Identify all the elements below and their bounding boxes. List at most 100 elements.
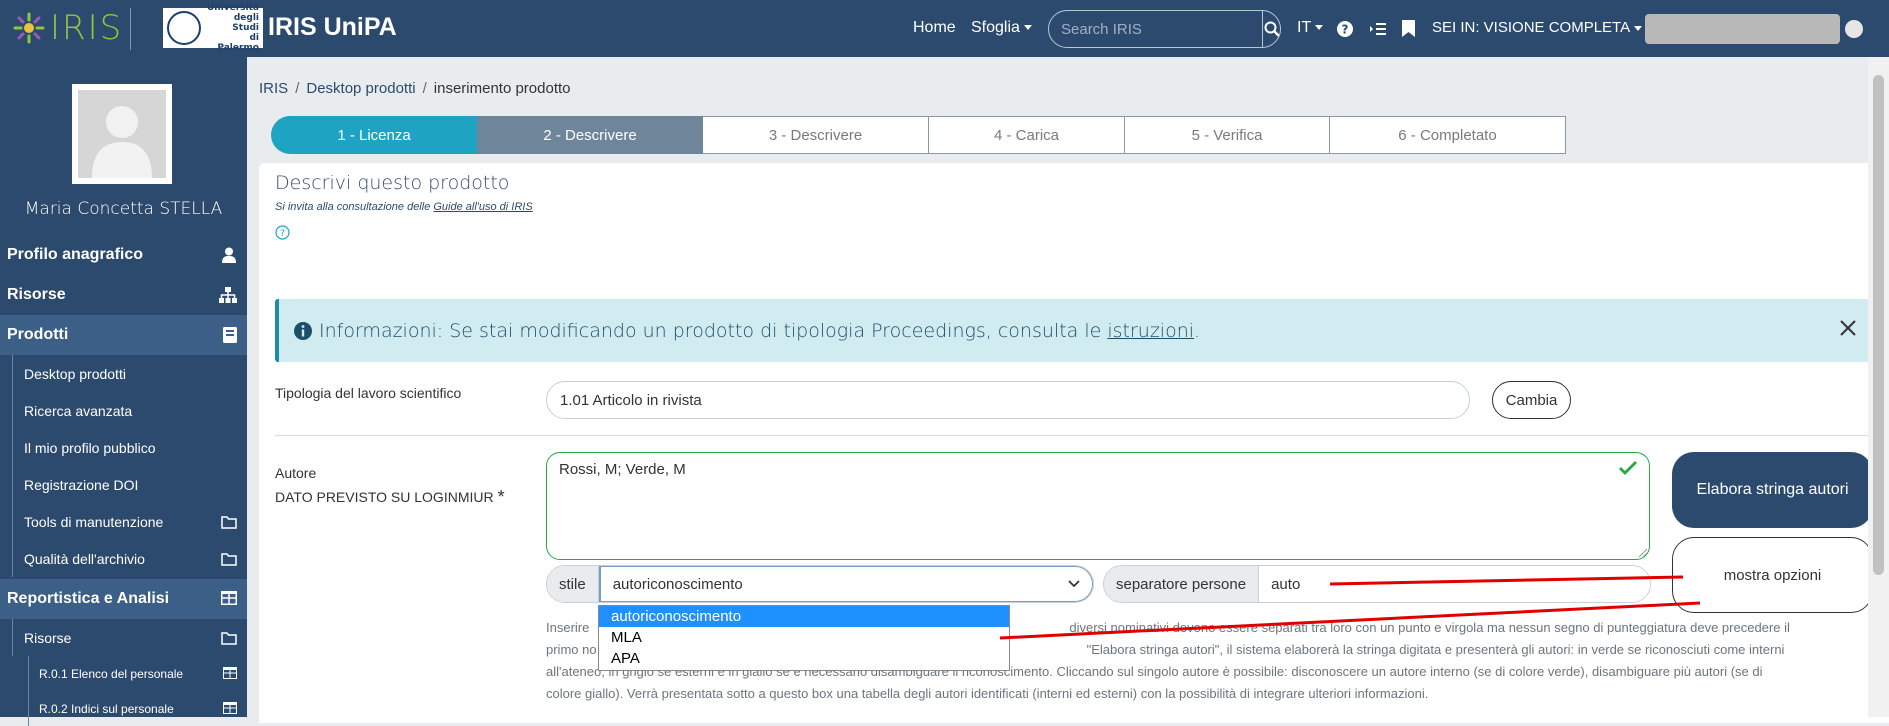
process-authors-button[interactable]: Elabora stringa autori — [1672, 452, 1873, 528]
chevron-down-icon — [1068, 580, 1080, 588]
step-completed[interactable]: 6 - Completato — [1330, 116, 1566, 154]
sidebar-item-label: Il mio profilo pubblico — [24, 439, 156, 456]
sidebar: Maria Concetta STELLA Profilo anagrafico… — [0, 57, 247, 726]
step-verify[interactable]: 5 - Verifica — [1125, 116, 1330, 154]
step-describe-1[interactable]: 2 - Descrivere — [477, 116, 703, 154]
change-typology-button[interactable]: Cambia — [1492, 381, 1571, 419]
search-button[interactable] — [1262, 11, 1280, 47]
breadcrumb-home[interactable]: IRIS — [259, 80, 288, 97]
style-select-value: autoriconoscimento — [612, 575, 743, 593]
university-logo[interactable]: Università degli Studi di Palermo — [163, 3, 263, 53]
authors-label: Autore DATO PREVISTO SU LOGINMIUR * — [275, 465, 505, 507]
breadcrumb: IRIS / Desktop prodotti / inserimento prodot… — [259, 80, 571, 97]
language-menu[interactable]: IT — [1297, 19, 1324, 37]
sidebar-item-label: Risorse — [24, 629, 72, 646]
sidebar-item-doi-registration[interactable]: Registrazione DOI — [12, 466, 247, 503]
language-label: IT — [1297, 19, 1312, 36]
search-input[interactable] — [1049, 11, 1262, 47]
info-icon — [294, 321, 312, 340]
folder-icon — [221, 553, 237, 566]
style-select[interactable]: autoriconoscimento — [598, 566, 1093, 602]
nav-home[interactable]: Home — [913, 19, 956, 37]
list-icon[interactable] — [1370, 21, 1386, 37]
sidebar-item-products[interactable]: Prodotti — [0, 315, 247, 355]
iris-flower-icon — [13, 12, 45, 44]
user-silhouette-icon — [92, 106, 152, 178]
sitemap-icon — [219, 287, 237, 303]
describe-panel: Descrivi questo prodotto Si invita alla … — [259, 163, 1889, 723]
separator-input[interactable]: auto — [1259, 566, 1650, 602]
style-dropdown-list: autoriconoscimento MLA APA — [598, 605, 1010, 671]
authors-value: Rossi, M; Verde, M — [559, 461, 686, 478]
step-describe-2[interactable]: 3 - Descrivere — [703, 116, 929, 154]
sidebar-item-maintenance-tools[interactable]: Tools di manutenzione — [12, 503, 247, 540]
help-icon[interactable]: ? — [1337, 21, 1353, 37]
scrollbar-thumb[interactable] — [1873, 75, 1884, 575]
book-icon — [223, 327, 237, 343]
resize-handle-icon[interactable] — [1637, 547, 1647, 557]
style-option-mla[interactable]: MLA — [599, 627, 1009, 648]
step-upload[interactable]: 4 - Carica — [929, 116, 1125, 154]
folder-icon — [221, 632, 237, 645]
question-circle-icon[interactable]: ? — [275, 225, 290, 240]
sidebar-item-label: Reportistica e Analisi — [7, 590, 170, 607]
sidebar-item-r02[interactable]: R.0.2 Indici sul personale — [28, 691, 247, 726]
session-view-menu[interactable]: SEI IN: VISIONE COMPLETA — [1432, 19, 1643, 36]
sidebar-item-label: R.0.2 Indici sul personale — [39, 701, 174, 716]
app-title[interactable]: IRIS UniPA — [268, 13, 397, 42]
university-seal-icon — [167, 11, 201, 45]
sidebar-item-label: Ricerca avanzata — [24, 402, 133, 419]
svg-text:?: ? — [280, 229, 285, 239]
sidebar-item-profile[interactable]: Profilo anagrafico — [0, 235, 247, 275]
sidebar-item-public-profile[interactable]: Il mio profilo pubblico — [12, 429, 247, 466]
sidebar-item-reporting-resources[interactable]: Risorse — [12, 619, 247, 656]
search-icon — [1264, 21, 1280, 37]
alert-text: Informazioni: Se stai modificando un pro… — [319, 319, 1201, 342]
session-view-label: SEI IN: VISIONE COMPLETA — [1432, 19, 1631, 36]
bookmark-icon[interactable] — [1402, 20, 1415, 37]
guide-hint: Si invita alla consultazione delle Guide… — [275, 201, 533, 213]
sidebar-item-label: Tools di manutenzione — [24, 513, 164, 530]
nav-browse-label: Sfoglia — [971, 19, 1020, 36]
style-select-group: stile autoriconoscimento — [546, 565, 1094, 603]
breadcrumb-current: inserimento prodotto — [433, 80, 571, 97]
sidebar-item-label: Qualità dell'archivio — [24, 550, 145, 567]
table-icon — [221, 591, 237, 605]
separator-group: separatore persone auto — [1103, 565, 1651, 603]
scrollbar[interactable] — [1868, 57, 1889, 717]
sidebar-item-label: Profilo anagrafico — [7, 246, 144, 263]
style-label: stile — [547, 566, 599, 602]
step-license[interactable]: 1 - Licenza — [271, 116, 477, 154]
guide-link[interactable]: Guide all'uso di IRIS — [433, 201, 532, 213]
sidebar-item-r01[interactable]: R.0.1 Elenco del personale — [28, 656, 247, 691]
search-box — [1048, 10, 1281, 48]
sidebar-item-label: R.0.1 Elenco del personale — [39, 666, 184, 681]
logo-divider — [130, 8, 131, 50]
breadcrumb-desktop-products[interactable]: Desktop prodotti — [306, 80, 415, 97]
sidebar-item-archive-quality[interactable]: Qualità dell'archivio — [12, 540, 247, 577]
svg-text:?: ? — [1342, 23, 1349, 37]
chevron-down-icon — [1315, 25, 1324, 31]
nav-browse-menu[interactable]: Sfoglia — [971, 19, 1032, 37]
close-icon[interactable] — [1839, 319, 1857, 337]
user-avatar-icon[interactable] — [1845, 20, 1863, 38]
iris-logo[interactable]: IRIS — [12, 8, 123, 48]
info-alert: Informazioni: Se stai modificando un pro… — [275, 299, 1873, 362]
sidebar-item-desktop-products[interactable]: Desktop prodotti — [12, 355, 247, 392]
sidebar-item-reporting[interactable]: Reportistica e Analisi — [0, 579, 247, 619]
show-options-button[interactable]: mostra opzioni — [1672, 537, 1873, 613]
sidebar-item-advanced-search[interactable]: Ricerca avanzata — [12, 392, 247, 429]
separator-label: separatore persone — [1104, 566, 1260, 602]
chevron-down-icon — [1023, 25, 1032, 31]
separator-value: auto — [1271, 575, 1301, 593]
authors-textarea[interactable]: Rossi, M; Verde, M — [546, 452, 1650, 560]
sidebar-item-label: Risorse — [7, 286, 66, 303]
style-option-apa[interactable]: APA — [599, 648, 1009, 669]
top-navbar: IRIS Università degli Studi di Palermo I… — [0, 0, 1889, 57]
user-menu-redacted[interactable] — [1645, 14, 1840, 44]
sidebar-item-resources[interactable]: Risorse — [0, 275, 247, 315]
style-option-autoriconoscimento[interactable]: autoriconoscimento — [599, 606, 1009, 627]
user-name: Maria Concetta STELLA — [24, 199, 223, 219]
university-name: Università degli Studi di Palermo — [206, 3, 259, 53]
instructions-link[interactable]: istruzioni — [1107, 320, 1194, 342]
